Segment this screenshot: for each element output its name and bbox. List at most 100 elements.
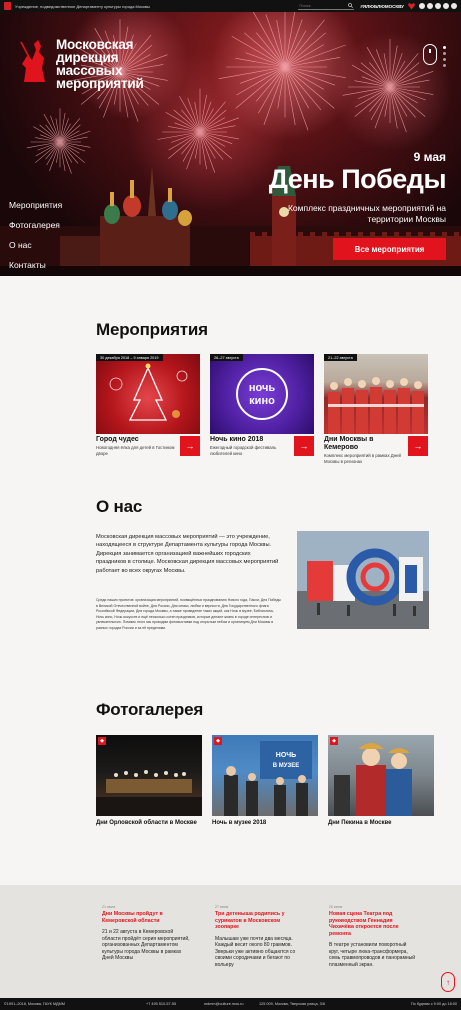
event-image-film-night: ночь кино 26–27 августа <box>210 354 314 434</box>
event-card[interactable]: 30 декабря 2018 – 9 января 2019 Город чу… <box>96 354 200 464</box>
news-item[interactable]: 21 июля Дни Москвы пройдут в Кемеровской… <box>102 905 190 962</box>
hero-date: 9 мая <box>413 150 446 164</box>
news-title[interactable]: Три детеныша родились у сурикатов в Моск… <box>215 911 303 931</box>
moscow-day-installation-image <box>297 531 429 629</box>
footer-copyright: ©1991–2018, Москва, ГАУК МДММ <box>4 1002 65 1006</box>
orchestra-stage-image <box>96 770 202 816</box>
gallery-heading: Фотогалерея <box>96 700 204 719</box>
footer-phone[interactable]: +7 495 510-57-55 <box>146 1002 204 1006</box>
folk-choir-image <box>328 377 424 434</box>
gallery-name[interactable]: Дни Пекина в Москве <box>328 819 434 827</box>
arrow-right-icon[interactable]: → <box>408 436 428 456</box>
nav-item-events[interactable]: Мероприятия <box>9 200 62 210</box>
event-date: 26–27 августа <box>210 354 243 361</box>
event-name[interactable]: Город чудес <box>96 436 180 444</box>
event-image-moscow-days-kemerovo: 21–22 августа <box>324 354 428 434</box>
site-logo[interactable]: Московская дирекция массовых мероприятий <box>18 38 144 90</box>
gallery-card[interactable]: ◆ Дни Орловской области в Москве <box>96 735 202 827</box>
news-body: В театре установили поворотный круг, чет… <box>329 942 416 968</box>
about-lead-text: Московская дирекция массовых мероприятий… <box>96 534 279 574</box>
logo-line: мероприятий <box>56 76 144 91</box>
top-bar: Учреждение, подведомственное Департамент… <box>0 0 461 12</box>
facebook-icon[interactable] <box>427 3 433 9</box>
museum-night-sign-line: В МУЗЕЕ <box>273 763 300 769</box>
gallery-image-orel-days: ◆ <box>96 735 202 816</box>
moscow-emblem-icon[interactable] <box>4 2 11 10</box>
news-body: Малышам уже почти два месяца. Каждый вес… <box>215 935 296 968</box>
hashtag-link[interactable]: #ЯЛЮБЛЮМОСКВУ <box>360 4 404 9</box>
nav-item-gallery[interactable]: Фотогалерея <box>9 220 62 230</box>
event-date: 30 декабря 2018 – 9 января 2019 <box>96 354 163 361</box>
logo-text: Московская дирекция массовых мероприятий <box>56 38 144 91</box>
gallery-image-museum-night: НОЧЬ В МУЗЕЕ ◆ <box>212 735 318 816</box>
arrow-right-icon[interactable]: → <box>294 436 314 456</box>
museum-night-crowd-image: НОЧЬ В МУЗЕЕ <box>224 741 312 816</box>
org-caption: Учреждение, подведомственное Департамент… <box>15 3 150 9</box>
slider-dot[interactable] <box>443 46 446 49</box>
scroll-mouse-icon[interactable] <box>423 44 437 65</box>
nav-item-about[interactable]: О нас <box>9 240 62 250</box>
news-date: 26 июля <box>329 905 343 909</box>
event-card[interactable]: 21–22 августа Дни Москвы в Кемерово Комп… <box>324 354 428 464</box>
event-name[interactable]: Ночь кино 2018 <box>210 436 294 444</box>
footer-hours: По будням с 9:00 до 18:00 <box>410 1002 457 1006</box>
gallery-list: ◆ Дни Орловской области в Москве НОЧЬ В … <box>96 735 434 827</box>
event-desc: Ежегодный городской фестиваль любителей … <box>210 445 277 456</box>
news-body: 21 и 22 августа в Кемеровской области пр… <box>102 929 190 961</box>
instagram-icon[interactable] <box>443 3 449 9</box>
footer-email[interactable]: mdmm@culture.mos.ru <box>204 1002 256 1006</box>
events-list: 30 декабря 2018 – 9 января 2019 Город чу… <box>96 354 428 464</box>
social-links <box>419 3 457 9</box>
gallery-image-beijing-days: ◆ <box>328 735 434 816</box>
nav-item-contacts[interactable]: Контакты <box>9 260 62 270</box>
news-item[interactable]: 26 июля Новая сцена Театра под руководст… <box>329 905 417 968</box>
news-item[interactable]: 27 июля Три детеныша родились у сурикато… <box>215 905 303 968</box>
slider-dot[interactable] <box>443 64 446 67</box>
footer-address: 125 009, Москва, Тверская улица, 3/6 <box>259 1002 325 1006</box>
twitter-icon[interactable] <box>435 3 441 9</box>
rider-emblem-icon <box>20 40 45 82</box>
photo-badge-icon: ◆ <box>214 737 222 745</box>
about-body-text: Среди наших проектов: организация меропр… <box>96 598 281 630</box>
photo-badge-icon: ◆ <box>330 737 338 745</box>
gallery-name[interactable]: Ночь в музее 2018 <box>212 819 318 827</box>
event-desc: Комплекс мероприятий в рамках Дней Москв… <box>324 453 401 464</box>
search-icon[interactable] <box>348 3 354 8</box>
slider-dot[interactable] <box>443 58 446 61</box>
hero-title: День Победы <box>268 164 447 194</box>
arrow-up-icon: ↑ <box>446 977 450 987</box>
news-date: 27 июля <box>215 905 229 909</box>
scroll-to-top-button[interactable]: ↑ <box>441 972 455 992</box>
footer: ©1991–2018, Москва, ГАУК МДММ +7 495 510… <box>0 998 461 1010</box>
about-image <box>297 531 429 629</box>
chinese-opera-image <box>334 743 412 816</box>
search-field[interactable] <box>298 3 355 10</box>
event-card[interactable]: ночь кино 26–27 августа Ночь кино 2018 Е… <box>210 354 314 464</box>
event-name[interactable]: Дни Москвы в Кемерово <box>324 436 408 452</box>
gallery-card[interactable]: ◆ Дни Пекина в Москве <box>328 735 434 827</box>
arrow-right-icon[interactable]: → <box>180 436 200 456</box>
slider-dot[interactable] <box>443 52 446 55</box>
film-night-logo-image: ночь кино <box>236 368 288 420</box>
event-desc: Новогодняя ёлка для детей в Гостином дво… <box>96 445 175 456</box>
news-date: 21 июля <box>102 905 116 909</box>
youtube-icon[interactable] <box>451 3 457 9</box>
gallery-card[interactable]: НОЧЬ В МУЗЕЕ ◆ Ночь в музее 2018 <box>212 735 318 827</box>
news-strip: 21 июля Дни Москвы пройдут в Кемеровской… <box>0 885 461 998</box>
hero-banner: Московская дирекция массовых мероприятий… <box>0 12 461 276</box>
heart-icon[interactable] <box>408 2 415 10</box>
museum-night-sign-line: НОЧЬ <box>276 752 296 759</box>
search-input[interactable] <box>299 3 346 8</box>
vk-icon[interactable] <box>419 3 425 9</box>
news-title[interactable]: Дни Москвы пройдут в Кемеровской области <box>102 911 190 924</box>
hero-subtitle: Комплекс праздничных мероприятий на терр… <box>287 203 446 224</box>
events-heading: Мероприятия <box>96 320 208 339</box>
film-night-logo-line: кино <box>249 395 275 407</box>
film-night-logo-line: ночь <box>249 382 275 394</box>
all-events-button[interactable]: Все мероприятия <box>333 238 446 260</box>
event-image-city-of-wonders: 30 декабря 2018 – 9 января 2019 <box>96 354 200 434</box>
event-date: 21–22 августа <box>324 354 357 361</box>
gallery-name[interactable]: Дни Орловской области в Москве <box>96 819 202 827</box>
news-title[interactable]: Новая сцена Театра под руководством Генн… <box>329 911 417 937</box>
photo-badge-icon: ◆ <box>98 737 106 745</box>
